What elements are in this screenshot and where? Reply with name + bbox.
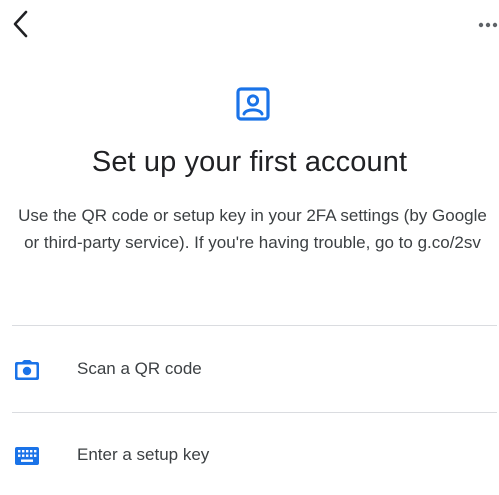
top-app-bar — [0, 0, 499, 48]
page-title: Set up your first account — [91, 146, 408, 178]
more-horizontal-icon — [478, 22, 498, 28]
chevron-left-icon — [13, 10, 28, 38]
more-options-button[interactable] — [473, 12, 499, 38]
page-description: Use the QR code or setup key in your 2FA… — [18, 206, 487, 252]
divider — [12, 412, 497, 413]
camera-icon — [14, 358, 40, 382]
account-box-icon — [235, 86, 271, 122]
enter-setup-key-option[interactable]: Enter a setup key — [0, 427, 499, 485]
back-button[interactable] — [6, 6, 36, 42]
enter-setup-key-label: Enter a setup key — [77, 445, 210, 464]
scan-qr-code-option[interactable]: Scan a QR code — [0, 341, 499, 399]
keyboard-icon — [14, 444, 40, 468]
scan-qr-code-label: Scan a QR code — [77, 359, 202, 378]
divider — [12, 325, 497, 326]
